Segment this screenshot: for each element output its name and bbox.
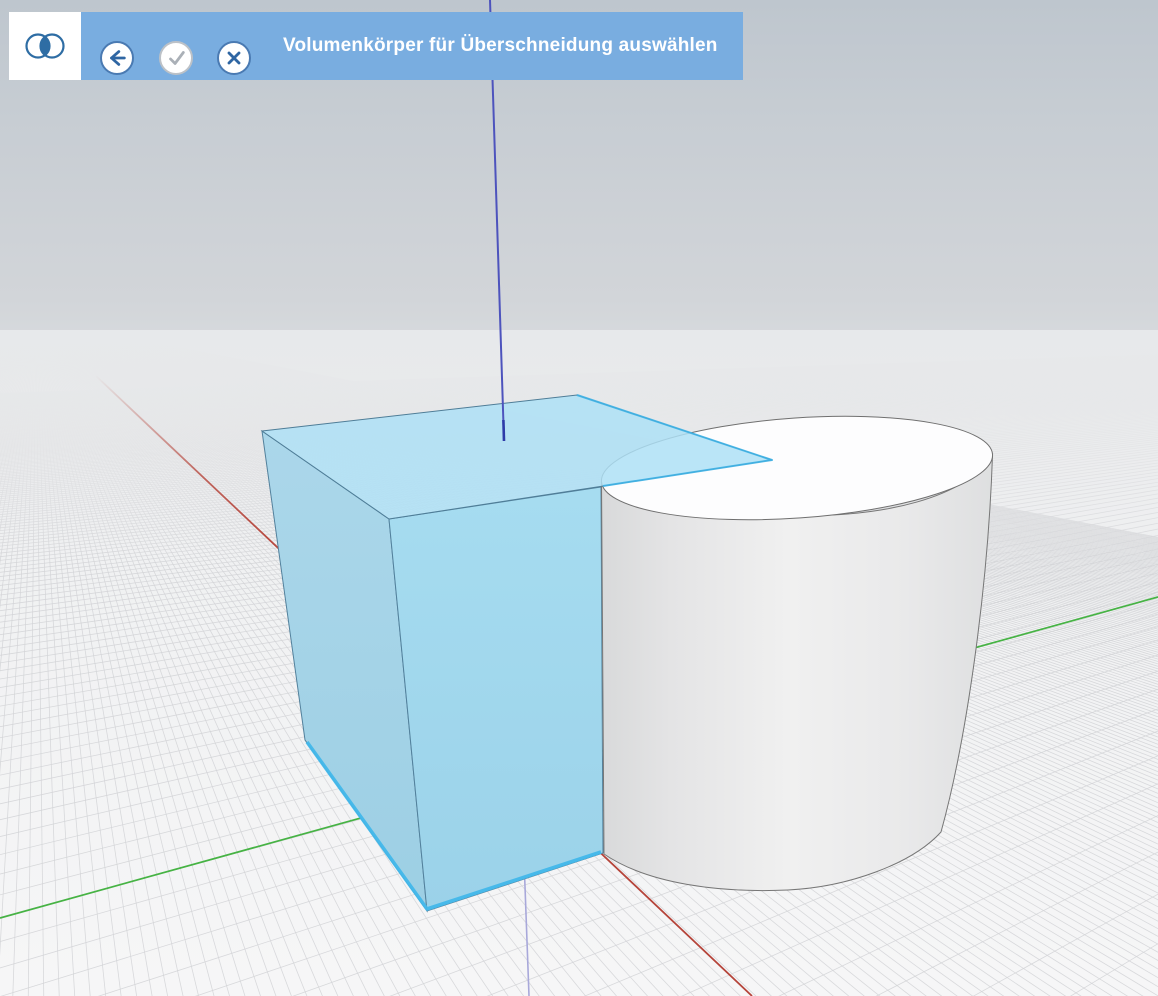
cancel-button[interactable]: [217, 41, 251, 75]
viewport-3d: [0, 0, 1158, 996]
z-axis-tip: [502, 419, 506, 442]
box-right-face[interactable]: [388, 486, 604, 912]
prompt-bar: Volumenkörper für Überschneidung auswähl…: [81, 12, 743, 80]
arrow-left-icon: [110, 50, 126, 66]
confirm-button[interactable]: [159, 41, 193, 75]
close-icon: [227, 51, 241, 65]
check-icon: [169, 51, 185, 65]
back-button[interactable]: [100, 41, 134, 75]
active-tool-button[interactable]: [9, 12, 81, 80]
intersect-bodies-icon: [25, 33, 65, 59]
toolbar-prompt: Volumenkörper für Überschneidung auswähl…: [283, 35, 718, 56]
cylinder-side[interactable]: [600, 453, 994, 892]
app-window: Volumenkörper für Überschneidung auswähl…: [0, 0, 1158, 996]
